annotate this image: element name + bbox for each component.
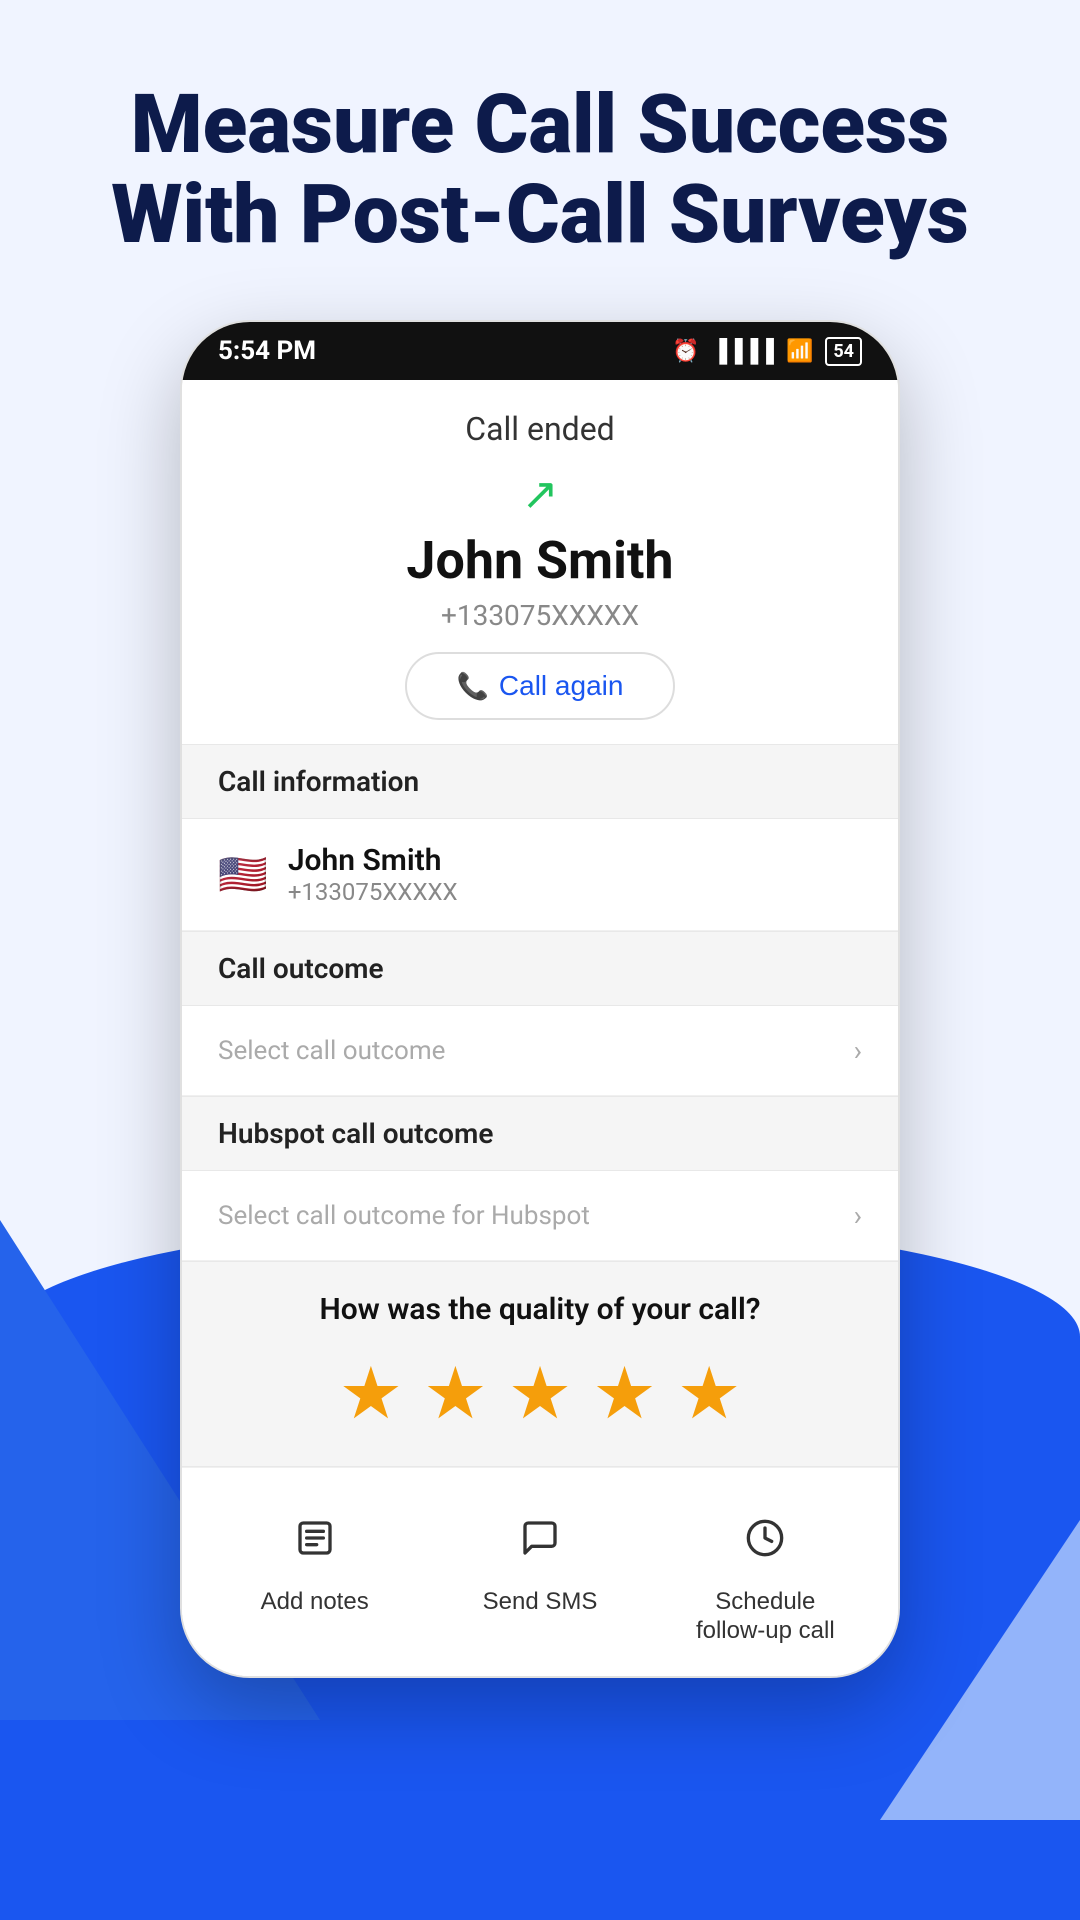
flag-icon: 🇺🇸	[218, 851, 268, 898]
outgoing-call-icon: ↗	[182, 458, 898, 530]
call-outcome-header: Call outcome	[182, 931, 898, 1006]
caller-number: +133075XXXXX	[182, 599, 898, 652]
contact-info: John Smith +133075XXXXX	[288, 843, 458, 906]
stars-row: ★ ★ ★ ★ ★	[218, 1351, 862, 1436]
call-outcome-select[interactable]: Select call outcome ›	[182, 1006, 898, 1096]
contact-number: +133075XXXXX	[288, 878, 458, 906]
quality-section: How was the quality of your call? ★ ★ ★ …	[182, 1261, 898, 1467]
hubspot-chevron-icon: ›	[854, 1199, 862, 1232]
star-1[interactable]: ★	[339, 1351, 404, 1436]
contact-name: John Smith	[288, 843, 458, 878]
send-sms-button[interactable]: Send SMS	[460, 1498, 620, 1646]
chevron-right-icon: ›	[854, 1034, 862, 1067]
alarm-icon: ⏰	[672, 339, 699, 364]
caller-name: John Smith	[182, 530, 898, 599]
quality-title: How was the quality of your call?	[218, 1292, 862, 1327]
actions-row: Add notes Send SMS	[182, 1467, 898, 1676]
hubspot-outcome-select[interactable]: Select call outcome for Hubspot ›	[182, 1171, 898, 1261]
headline: Measure Call Success With Post-Call Surv…	[111, 80, 969, 260]
star-4[interactable]: ★	[592, 1351, 657, 1436]
contact-row: 🇺🇸 John Smith +133075XXXXX	[182, 819, 898, 931]
star-3[interactable]: ★	[508, 1351, 573, 1436]
headline-line1: Measure Call Success	[131, 77, 949, 173]
status-icons: ⏰ ▐▐▐▐ 📶 54	[672, 337, 862, 366]
phone-icon: 📞	[457, 671, 489, 702]
status-bar: 5:54 PM ⏰ ▐▐▐▐ 📶 54	[182, 322, 898, 380]
call-information-header: Call information	[182, 744, 898, 819]
headline-line2: With Post-Call Surveys	[111, 167, 969, 263]
add-notes-button[interactable]: Add notes	[235, 1498, 395, 1646]
call-outcome-placeholder: Select call outcome	[218, 1036, 445, 1066]
notes-icon	[275, 1498, 355, 1578]
phone-frame: 5:54 PM ⏰ ▐▐▐▐ 📶 54 Call ended ↗ John Sm…	[180, 320, 900, 1678]
schedule-followup-button[interactable]: Schedulefollow-up call	[685, 1498, 845, 1646]
call-again-label: Call again	[499, 670, 624, 702]
wifi-icon: 📶	[786, 339, 813, 364]
battery-icon: 54	[825, 337, 862, 366]
phone-mockup: 5:54 PM ⏰ ▐▐▐▐ 📶 54 Call ended ↗ John Sm…	[180, 320, 900, 1678]
send-sms-label: Send SMS	[483, 1588, 598, 1617]
hubspot-outcome-header: Hubspot call outcome	[182, 1096, 898, 1171]
sms-icon	[500, 1498, 580, 1578]
status-time: 5:54 PM	[218, 336, 316, 366]
page-header: Measure Call Success With Post-Call Surv…	[31, 0, 1049, 320]
star-2[interactable]: ★	[423, 1351, 488, 1436]
call-ended-label: Call ended	[182, 380, 898, 458]
hubspot-outcome-placeholder: Select call outcome for Hubspot	[218, 1201, 590, 1231]
schedule-label: Schedulefollow-up call	[696, 1588, 835, 1646]
star-5[interactable]: ★	[677, 1351, 742, 1436]
add-notes-label: Add notes	[261, 1588, 369, 1617]
signal-icon: ▐▐▐▐	[712, 338, 774, 364]
phone-content: Call ended ↗ John Smith +133075XXXXX 📞 C…	[182, 380, 898, 1676]
call-again-button[interactable]: 📞 Call again	[405, 652, 676, 720]
schedule-icon	[725, 1498, 805, 1578]
